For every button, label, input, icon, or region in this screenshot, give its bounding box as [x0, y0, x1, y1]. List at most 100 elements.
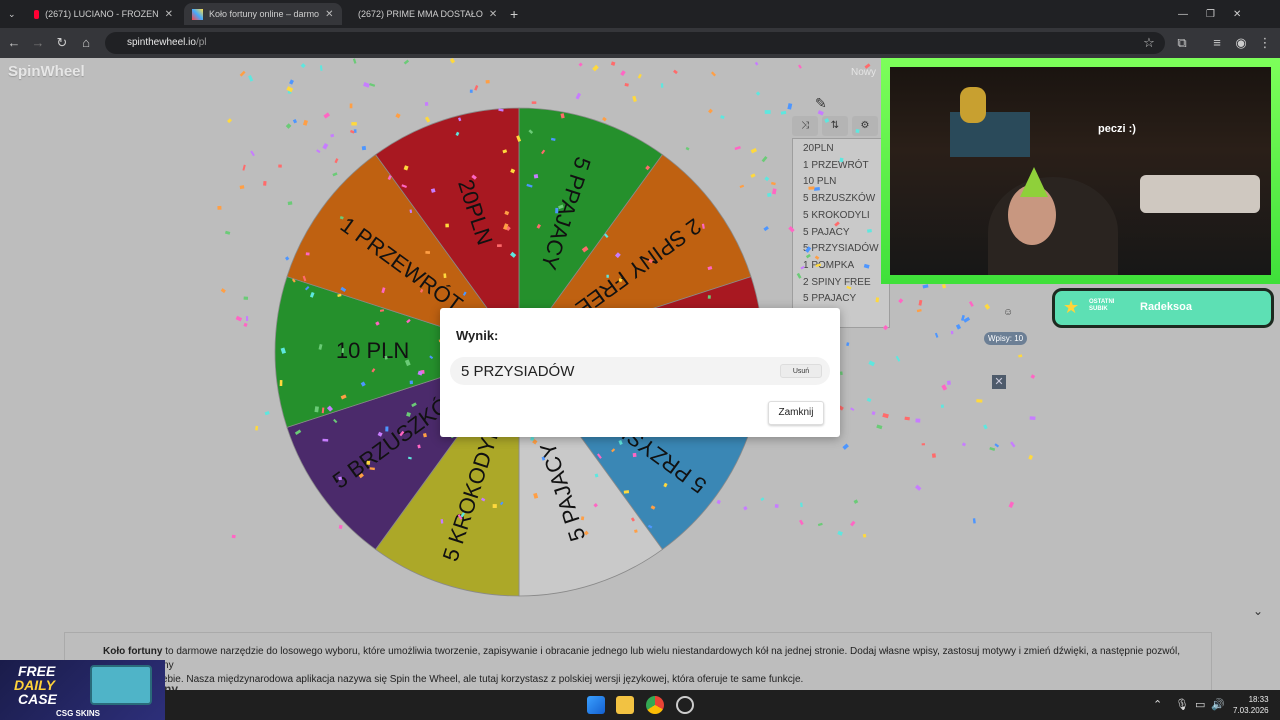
bookmark-star-icon[interactable]: ☆ [1140, 34, 1158, 52]
minimize-icon[interactable]: — [1178, 9, 1188, 20]
confetti-piece [720, 115, 725, 120]
microphone-icon[interactable]: 🎙 [1175, 698, 1189, 711]
confetti-piece [580, 516, 585, 521]
confetti-piece [358, 473, 364, 479]
back-icon[interactable]: ← [5, 34, 23, 52]
confetti-piece [767, 192, 772, 197]
confetti-piece [630, 517, 635, 522]
confetti-piece [955, 324, 962, 330]
close-button[interactable]: Zamknij [768, 401, 824, 425]
confetti-piece [755, 91, 761, 96]
confetti-piece [409, 209, 413, 214]
confetti-piece [419, 288, 424, 293]
menu-icon[interactable]: ⋮ [1256, 34, 1274, 52]
confetti-piece [575, 92, 582, 100]
confetti-piece [502, 149, 508, 154]
confetti-piece [395, 113, 401, 119]
chrome-icon[interactable] [646, 696, 664, 714]
confetti-piece [243, 322, 248, 328]
confetti-piece [322, 438, 329, 442]
webcam-overlay: peczi :) [881, 58, 1280, 284]
promo-banner: FREE DAILY CASE CSG SKINS [0, 660, 165, 720]
tab-search-button[interactable]: ⌄ [0, 3, 26, 25]
confetti-piece [645, 165, 651, 171]
confetti-piece [314, 406, 319, 413]
app-icon[interactable] [676, 696, 694, 714]
confetti-piece [916, 308, 922, 313]
confetti-piece [300, 63, 306, 69]
confetti-piece [287, 201, 293, 206]
close-window-icon[interactable]: ✕ [1233, 9, 1241, 20]
profile-icon[interactable]: ◉ [1232, 34, 1250, 52]
url-input[interactable]: spinthewheel.io/pl [105, 32, 1165, 54]
confetti-piece [961, 442, 967, 447]
tab-2[interactable]: Koło fortuny online – darmo ✕ [184, 3, 342, 25]
confetti-piece [411, 402, 417, 408]
confetti-piece [424, 116, 431, 123]
confetti-piece [796, 272, 802, 279]
confetti-piece [862, 533, 867, 538]
forward-icon[interactable]: → [29, 34, 47, 52]
confetti-piece [377, 431, 383, 437]
confetti-piece [351, 122, 357, 126]
windows-start-icon[interactable] [587, 696, 605, 714]
confetti-piece [375, 321, 380, 326]
file-explorer-icon[interactable] [616, 696, 634, 714]
confetti-piece [231, 534, 236, 539]
confetti-piece [445, 223, 449, 228]
confetti-piece [239, 70, 246, 77]
tab-title: (2672) PRIME MMA DOSTAŁO [358, 9, 483, 19]
confetti-piece [734, 146, 741, 151]
confetti-piece [330, 133, 335, 138]
confetti-piece [526, 183, 533, 188]
confetti-piece [799, 519, 804, 526]
close-icon[interactable]: ✕ [165, 9, 173, 20]
confetti-piece [469, 89, 473, 93]
confetti-piece [353, 129, 357, 133]
volume-icon[interactable]: 🔊 [1211, 698, 1225, 711]
media-icon[interactable]: ≡ [1208, 34, 1226, 52]
tab-3[interactable]: (2672) PRIME MMA DOSTAŁO ✕ [344, 3, 499, 25]
dialog-title: Wynik: [456, 328, 499, 343]
confetti-piece [322, 142, 329, 150]
confetti-piece [620, 70, 626, 76]
confetti-piece [750, 173, 756, 178]
description-bold: Koło fortuny [103, 646, 163, 657]
confetti-piece [360, 381, 366, 387]
maximize-icon[interactable]: ❐ [1206, 9, 1215, 20]
confetti-piece [882, 324, 889, 331]
confetti-piece [708, 108, 713, 114]
confetti-piece [922, 284, 929, 289]
remove-button[interactable]: Usuń [780, 364, 822, 378]
confetti-piece [1028, 454, 1034, 460]
confetti-piece [780, 110, 787, 115]
confetti-piece [771, 181, 776, 186]
tab-1[interactable]: (2671) LUCIANO - FROZEN ✕ [26, 3, 181, 25]
tab-title: Koło fortuny online – darmo [209, 9, 320, 19]
confetti-piece [319, 65, 323, 71]
clock[interactable]: 18:33 7.03.2026 [1233, 694, 1269, 716]
confetti-piece [805, 246, 812, 253]
last-sub-label: OSTATNI SUBIK [1089, 299, 1114, 313]
extensions-icon[interactable]: ⧉ [1173, 34, 1191, 52]
confetti-piece [474, 85, 479, 91]
network-icon[interactable]: ▭ [1195, 698, 1205, 711]
chevron-up-icon[interactable]: ⌃ [1153, 698, 1162, 711]
confetti-piece [597, 453, 602, 459]
confetti-piece [516, 135, 522, 142]
reload-icon[interactable]: ↻ [53, 34, 71, 52]
confetti-piece [602, 116, 607, 122]
close-icon[interactable]: ✕ [325, 9, 333, 20]
home-icon[interactable]: ⌂ [77, 34, 95, 52]
confetti-piece [976, 399, 983, 403]
close-icon[interactable]: ✕ [489, 9, 497, 20]
confetti-piece [817, 110, 824, 116]
confetti-piece [754, 61, 759, 66]
confetti-piece [623, 490, 630, 494]
confetti-piece [839, 371, 843, 376]
new-tab-button[interactable]: + [502, 3, 524, 25]
confetti-piece [898, 298, 904, 304]
confetti-piece [763, 225, 769, 232]
confetti-piece [850, 520, 856, 527]
confetti-piece [918, 299, 923, 306]
